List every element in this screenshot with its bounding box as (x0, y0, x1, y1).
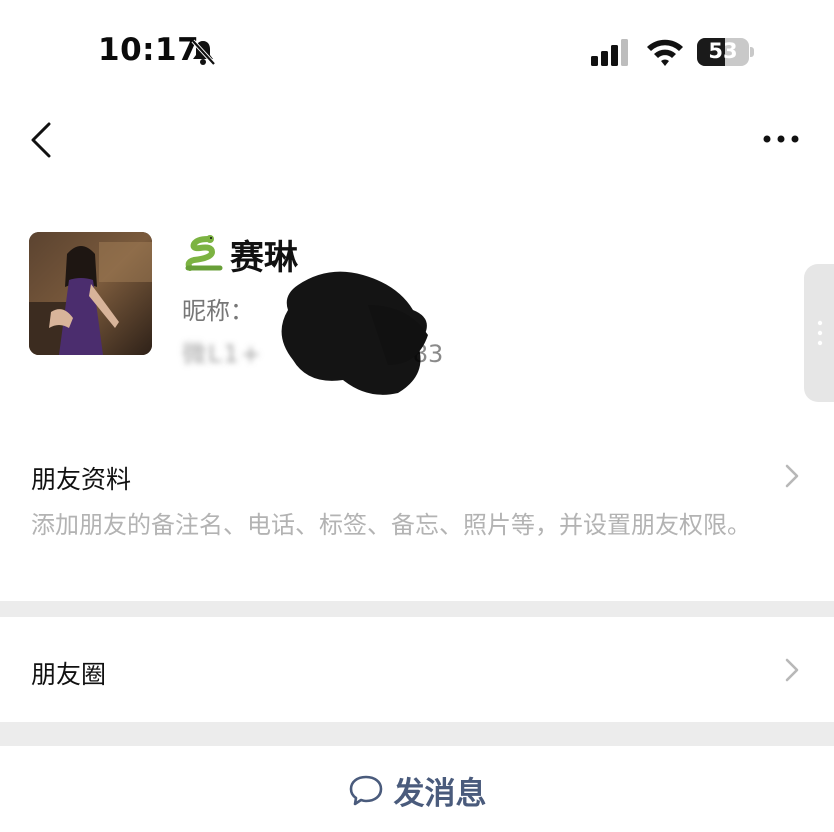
chevron-right-icon (785, 464, 799, 488)
battery-level: 53 (708, 39, 738, 63)
handle-dots-icon (817, 320, 823, 346)
chat-bubble-icon (349, 775, 382, 806)
side-handle[interactable] (804, 264, 834, 402)
status-time: 10:17 (98, 32, 200, 68)
section-divider (0, 601, 834, 617)
redaction-scribble (281, 271, 428, 395)
moments-title: 朋友圈 (31, 660, 107, 689)
status-bar: 10:17 53 (0, 0, 834, 100)
snake-icon (185, 235, 223, 271)
avatar[interactable] (29, 232, 152, 355)
nickname-row: 昵称： (182, 291, 254, 326)
friend-info-title: 朋友资料 (31, 465, 132, 494)
friend-info-description: 添加朋友的备注名、电话、标签、备忘、照片等，并设置朋友权限。 (31, 511, 751, 539)
send-message-button[interactable]: 发消息 (0, 748, 834, 832)
more-dots-icon[interactable] (756, 124, 806, 154)
bell-muted-icon (191, 39, 216, 66)
battery-icon: 53 (697, 38, 755, 66)
section-divider (0, 722, 834, 746)
moments-row[interactable] (0, 617, 834, 722)
signal-icon (591, 39, 628, 66)
wifi-icon (647, 39, 683, 66)
wechat-id-prefix: 微 (182, 340, 208, 368)
chevron-right-icon (785, 658, 799, 682)
send-message-label: 发消息 (393, 775, 487, 812)
nickname-label: 昵称： (182, 297, 254, 325)
chevron-left-icon[interactable] (22, 118, 62, 162)
wechat-id-blurred: L1+ (208, 340, 263, 368)
